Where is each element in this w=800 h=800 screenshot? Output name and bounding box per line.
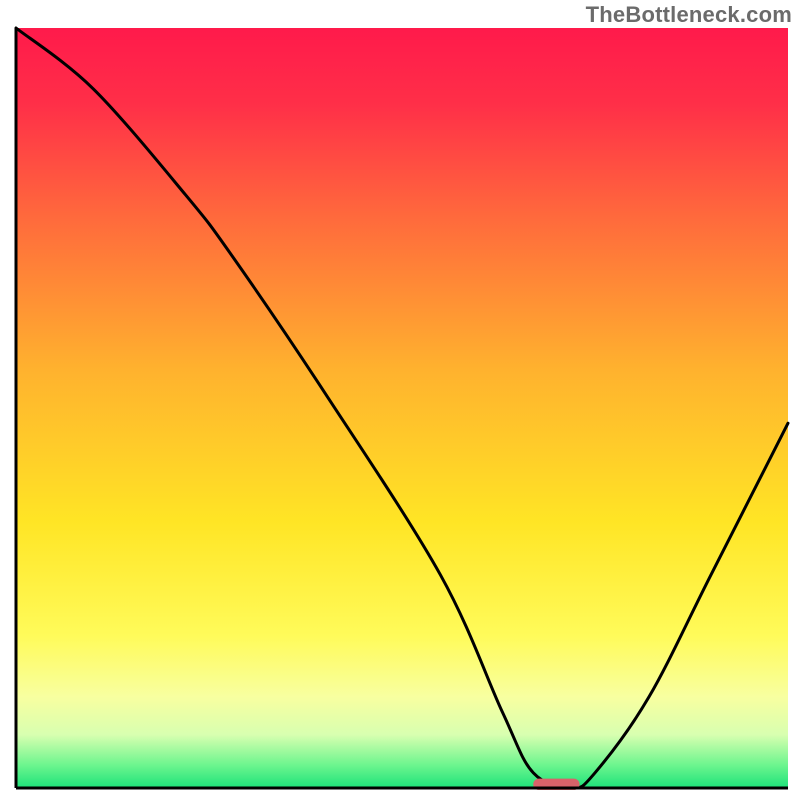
chart-canvas (0, 0, 800, 800)
chart-background (16, 28, 788, 788)
bottleneck-chart: TheBottleneck.com (0, 0, 800, 800)
